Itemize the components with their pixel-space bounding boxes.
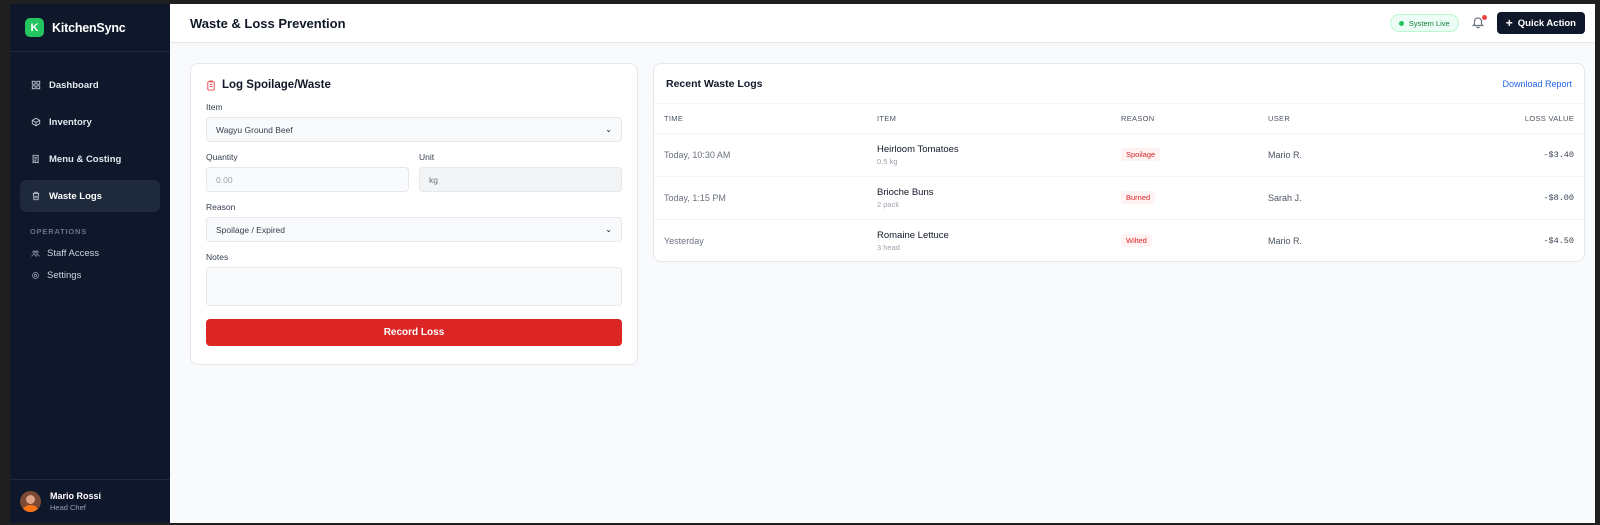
user-profile[interactable]: Mario Rossi Head Chef: [10, 479, 170, 523]
chevron-down-icon: ⌄: [605, 125, 612, 134]
quantity-label: Quantity: [206, 152, 238, 162]
reason-badge: Wilted: [1121, 234, 1152, 248]
sidebar-item-label: Waste Logs: [49, 190, 102, 202]
section-label-operations: OPERATIONS: [30, 227, 88, 236]
notification-dot-icon: [1481, 15, 1487, 20]
unit-field: kg: [419, 167, 622, 192]
row-item-qty: 0.5 kg: [877, 156, 898, 166]
col-reason: REASON: [1111, 104, 1258, 134]
table-row[interactable]: Yesterday Romaine Lettuce 3 head Wilted …: [654, 219, 1584, 261]
row-item: Heirloom Tomatoes 0.5 kg: [867, 133, 1111, 177]
row-item-qty: 2 pack: [877, 199, 900, 209]
sidebar-item-settings[interactable]: Settings: [20, 264, 160, 286]
col-loss-value: LOSS VALUE: [1400, 104, 1584, 134]
quantity-input[interactable]: 0.00: [206, 167, 409, 192]
row-reason: Wilted: [1111, 219, 1258, 261]
sidebar-item-staff-access[interactable]: Staff Access: [20, 242, 160, 264]
notes-label: Notes: [206, 252, 229, 262]
download-report-link[interactable]: Download Report: [1502, 79, 1572, 89]
col-time: TIME: [654, 104, 867, 134]
brand-logo-icon: K: [25, 18, 44, 37]
users-icon: [31, 250, 40, 257]
row-item: Brioche Buns 2 pack: [867, 176, 1111, 220]
brand-name: KitchenSync: [52, 20, 126, 35]
grid-icon: [31, 80, 41, 90]
row-user: Mario R.: [1258, 133, 1401, 177]
reason-select[interactable]: Spoilage / Expired ⌄: [206, 217, 622, 242]
form-title-text: Log Spoilage/Waste: [222, 79, 331, 91]
app-window: K KitchenSync Dashboard Inventory Menu &…: [10, 4, 1595, 523]
log-waste-form: Log Spoilage/Waste Item Wagyu Ground Bee…: [190, 63, 638, 365]
user-name: Mario Rossi: [50, 491, 102, 501]
status-badge: System Live: [1389, 14, 1459, 32]
waste-logs-table: TIME ITEM REASON USER LOSS VALUE Today, …: [654, 104, 1584, 261]
row-loss: -$4.50: [1543, 235, 1574, 246]
chevron-down-icon: ⌄: [605, 225, 612, 234]
sidebar-item-dashboard[interactable]: Dashboard: [20, 69, 160, 101]
reason-badge: Burned: [1121, 191, 1156, 204]
sidebar-item-waste-logs[interactable]: Waste Logs: [20, 180, 160, 212]
row-time: Today, 1:15 PM: [654, 176, 867, 220]
row-item-name: Heirloom Tomatoes: [877, 143, 959, 155]
row-item: Romaine Lettuce 3 head: [867, 219, 1111, 261]
row-item-name: Brioche Buns: [877, 186, 934, 198]
row-loss: -$3.40: [1400, 133, 1584, 177]
notifications-button[interactable]: [1471, 15, 1487, 31]
reason-select-value: Spoilage / Expired: [216, 224, 285, 235]
sidebar: K KitchenSync Dashboard Inventory Menu &…: [10, 4, 170, 523]
sidebar-item-inventory[interactable]: Inventory: [20, 106, 160, 138]
table-row[interactable]: Today, 10:30 AM Heirloom Tomatoes 0.5 kg…: [654, 133, 1584, 177]
table-row[interactable]: Today, 1:15 PM Brioche Buns 2 pack Burne…: [654, 176, 1584, 220]
row-reason: Burned: [1111, 176, 1258, 220]
sidebar-item-menu-costing[interactable]: Menu & Costing: [20, 143, 160, 175]
table-header-row: TIME ITEM REASON USER LOSS VALUE: [654, 104, 1584, 134]
avatar: [20, 491, 41, 512]
trash-icon: [32, 191, 40, 201]
reason-badge: Spoilage: [1121, 148, 1161, 161]
row-reason: Spoilage: [1111, 133, 1258, 177]
box-icon: [31, 117, 41, 127]
sidebar-item-label: Menu & Costing: [49, 153, 122, 165]
page-title: Waste & Loss Prevention: [190, 15, 346, 31]
row-time: Today, 10:30 AM: [654, 133, 867, 177]
sidebar-item-label: Inventory: [49, 116, 92, 128]
quick-action-button[interactable]: + Quick Action: [1496, 12, 1585, 34]
item-label: Item: [206, 102, 223, 112]
form-title: Log Spoilage/Waste: [206, 79, 622, 91]
status-label: System Live: [1408, 18, 1450, 28]
row-user: Mario R.: [1268, 235, 1303, 246]
row-time: Yesterday: [664, 235, 704, 246]
status-dot-icon: [1398, 20, 1404, 26]
row-item-name: Romaine Lettuce: [877, 229, 949, 241]
content: Log Spoilage/Waste Item Wagyu Ground Bee…: [170, 43, 1595, 365]
brand[interactable]: K KitchenSync: [10, 4, 170, 52]
item-select-value: Wagyu Ground Beef: [216, 124, 293, 135]
quick-action-label: Quick Action: [1517, 17, 1576, 29]
top-bar: Waste & Loss Prevention System Live + Qu…: [170, 4, 1595, 43]
sidebar-item-label: Settings: [47, 269, 82, 281]
unit-label: Unit: [419, 152, 435, 162]
user-role: Head Chef: [50, 503, 86, 512]
notes-textarea[interactable]: [206, 267, 622, 306]
sidebar-item-label: Staff Access: [47, 247, 100, 259]
logs-title: Recent Waste Logs: [666, 77, 763, 90]
reason-label: Reason: [206, 202, 236, 212]
col-item: ITEM: [867, 104, 1111, 134]
record-loss-button[interactable]: Record Loss: [206, 319, 622, 346]
plus-icon: +: [1505, 16, 1513, 30]
row-item-qty: 3 head: [877, 242, 900, 252]
row-user: Sarah J.: [1258, 176, 1401, 220]
recent-waste-logs: Recent Waste Logs Download Report TIME I…: [653, 63, 1585, 262]
sidebar-nav: Dashboard Inventory Menu & Costing Waste…: [10, 52, 170, 286]
item-select[interactable]: Wagyu Ground Beef ⌄: [206, 117, 622, 142]
receipt-icon: [32, 154, 39, 164]
sidebar-item-label: Dashboard: [49, 79, 99, 91]
col-user: USER: [1258, 104, 1401, 134]
gear-icon: [32, 271, 39, 279]
main-area: Waste & Loss Prevention System Live + Qu…: [170, 4, 1595, 523]
row-loss: -$8.00: [1400, 176, 1584, 220]
clipboard-icon: [207, 79, 215, 91]
